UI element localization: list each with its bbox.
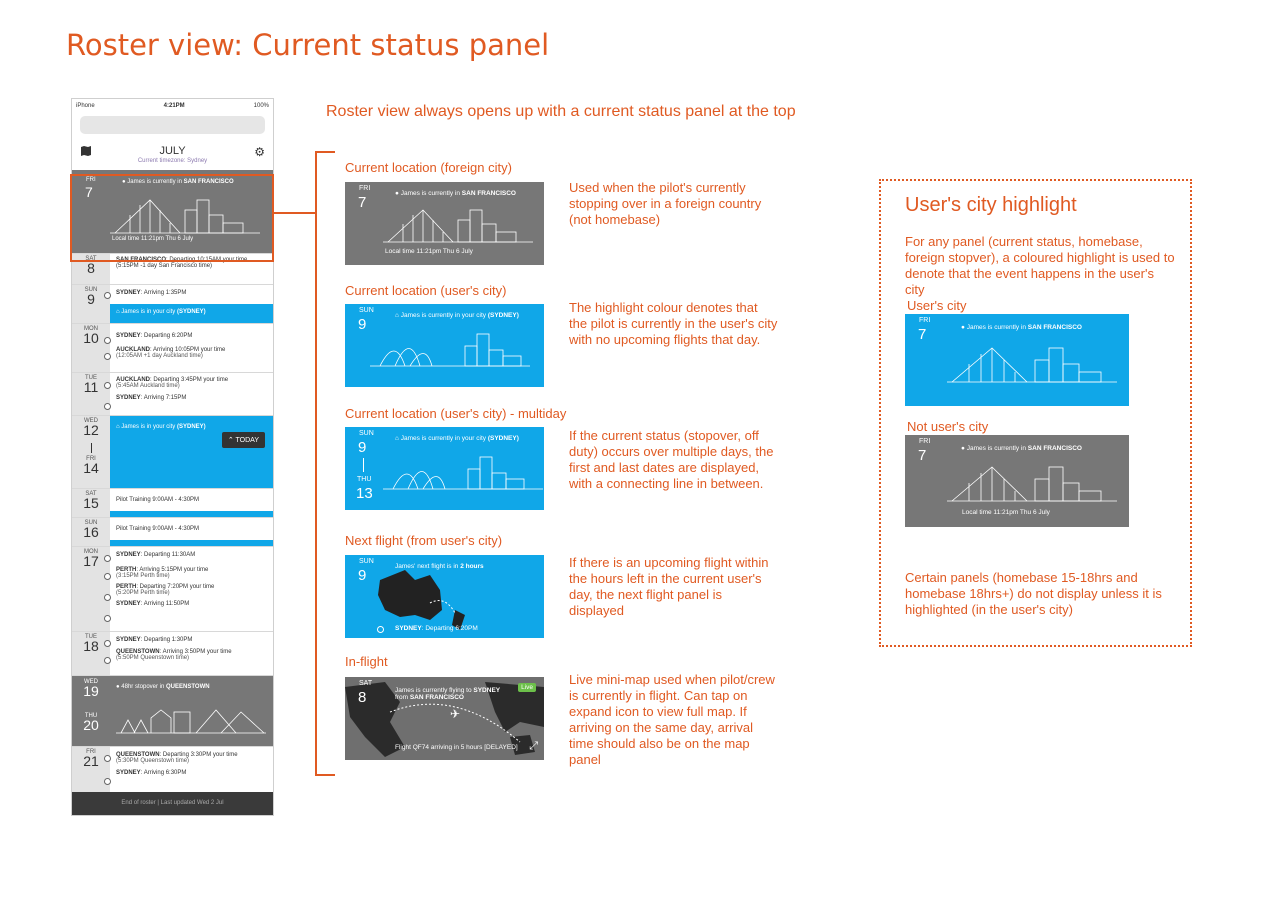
- event-text: QUEENSTOWN: Departing 3:30PM your time (…: [116, 752, 238, 776]
- panel-description: If the current status (stopover, off dut…: [569, 428, 774, 491]
- panel-label: Current location (user's city): [345, 283, 507, 298]
- highlight-title: User's city highlight: [905, 194, 1077, 216]
- stopover-panel[interactable]: WED 19 THU 20 ● 48hr stopover in QUEENSTOW…: [72, 675, 273, 746]
- event-text: Pilot Training 9:00AM - 4:30PM: [110, 489, 273, 517]
- stopover-text: ● 48hr stopover in QUEENSTOWN: [110, 676, 273, 746]
- sydney-skyline-illustration: [370, 333, 530, 367]
- panel-description: Live mini-map used when pilot/crew is cu…: [569, 672, 775, 767]
- home-icon: ⌂: [395, 435, 399, 442]
- home-icon: ⌂: [116, 424, 120, 430]
- pin-icon: ●: [961, 324, 965, 331]
- in-city-multiday-banner: ⌂ James is in your city (SYDNEY) ⌃ TODAY: [110, 416, 273, 488]
- highlight-note: Certain panels (homebase 15-18hrs and ho…: [905, 570, 1162, 617]
- in-flight-panel[interactable]: SAT 8 James is currently flying to SYDNEY…: [345, 677, 544, 760]
- roster-day-row[interactable]: FRI 21 QUEENSTOWN: Departing 3:30PM your …: [72, 746, 273, 794]
- users-city-example: FRI 7 ● James is currently in SAN FRANCIS…: [905, 314, 1129, 406]
- users-city-panel: SUN 9 ⌂ James is currently in your city (…: [345, 304, 544, 387]
- multiday-panel: SUN 9 THU 13 ⌂ James is currently in your…: [345, 427, 544, 510]
- city-skyline-illustration: [947, 466, 1117, 502]
- roster-day-row[interactable]: MON 10 SYDNEY: Departing 6:20PM AUCKLAND:…: [72, 323, 273, 372]
- event-text: SYDNEY: Departing 1:30PM QUEENSTOWN: Arr…: [116, 637, 232, 661]
- month-title: JULY: [159, 145, 186, 157]
- bracket: [315, 151, 335, 776]
- today-button[interactable]: ⌃ TODAY: [221, 432, 265, 448]
- expand-icon[interactable]: ⤢: [529, 740, 538, 753]
- page-title: Roster view: Current status panel: [66, 28, 550, 62]
- selection-highlight: [70, 174, 274, 262]
- live-badge: Live: [518, 683, 536, 692]
- panel-description: If there is an upcoming flight within th…: [569, 555, 769, 618]
- panel-label: Next flight (from user's city): [345, 533, 503, 548]
- event-text: SYDNEY: Departing 6:20PM AUCKLAND: Arriv…: [116, 333, 226, 359]
- foreign-city-panel: FRI 7 ● James is currently in SAN FRANCIS…: [345, 182, 544, 265]
- search-bar[interactable]: [80, 116, 265, 134]
- city-skyline-illustration: [947, 347, 1117, 383]
- home-icon: ⌂: [116, 309, 120, 315]
- connector-line: [272, 212, 315, 214]
- sydney-skyline-illustration: [383, 456, 543, 490]
- timezone-label: Current timezone: Sydney: [137, 158, 208, 164]
- battery: 100%: [253, 102, 269, 109]
- not-users-city-label: Not user's city: [907, 419, 989, 434]
- plane-icon: ✈: [450, 707, 461, 721]
- event-text: AUCKLAND: Departing 3:45PM your time (5:…: [116, 377, 229, 401]
- roster-header: JULY Current timezone: Sydney ⚙: [72, 134, 273, 170]
- roster-day-row[interactable]: MON 17 SYDNEY: Departing 11:30AM PERTH: A…: [72, 546, 273, 631]
- roster-day-row[interactable]: TUE 11 AUCKLAND: Departing 3:45PM your ti…: [72, 372, 273, 415]
- status-bar: iPhone 4:21PM 100%: [72, 99, 273, 112]
- panel-description: The highlight colour denotes that the pi…: [569, 300, 778, 347]
- pin-icon: ●: [116, 684, 120, 690]
- panel-label: Current location (foreign city): [345, 160, 512, 175]
- intro-text: Roster view always opens up with a curre…: [326, 103, 796, 120]
- clock: 4:21PM: [163, 102, 185, 109]
- roster-day-row[interactable]: TUE 18 SYDNEY: Departing 1:30PM QUEENSTOW…: [72, 631, 273, 675]
- panel-label: In-flight: [345, 654, 388, 669]
- pin-icon: ●: [961, 445, 965, 452]
- panel-label: Current location (user's city) - multida…: [345, 406, 567, 421]
- day-number: 8: [87, 260, 95, 276]
- panel-description: Used when the pilot's currently stopping…: [569, 180, 762, 227]
- highlight-description: For any panel (current status, homebase,…: [905, 234, 1175, 297]
- mountain-town-illustration: [116, 709, 266, 734]
- home-icon: ⌂: [395, 312, 399, 319]
- in-city-banner[interactable]: ⌂ James is in your city (SYDNEY): [72, 304, 273, 323]
- city-skyline-illustration: [383, 209, 533, 243]
- carrier: iPhone: [76, 102, 95, 109]
- event-text: SYDNEY: Departing 11:30AM PERTH: Arrivin…: [116, 552, 215, 607]
- multiday-row[interactable]: WED 12 FRI 14 ⌂ James is in your city (SYD…: [72, 415, 273, 488]
- users-city-label: User's city: [907, 298, 967, 313]
- map-icon[interactable]: [81, 146, 91, 156]
- next-flight-panel: SUN 9 James' next flight is in 2 hours SY…: [345, 555, 544, 638]
- gear-icon[interactable]: ⚙: [254, 145, 265, 159]
- roster-footer: End of roster | Last updated Wed 2 Jul: [72, 792, 273, 815]
- pin-icon: ●: [395, 190, 399, 197]
- training-row[interactable]: SAT 15 Pilot Training 9:00AM - 4:30PM: [72, 488, 273, 517]
- event-text: SYDNEY: Arriving 1:35PM: [116, 290, 187, 296]
- event-text: Pilot Training 9:00AM - 4:30PM: [110, 518, 273, 546]
- training-row[interactable]: SUN 16 Pilot Training 9:00AM - 4:30PM: [72, 517, 273, 546]
- not-users-city-example: FRI 7 ● James is currently in SAN FRANCIS…: [905, 435, 1129, 527]
- roster-day-row[interactable]: SUN 9 SYDNEY: Arriving 1:35PM: [72, 284, 273, 306]
